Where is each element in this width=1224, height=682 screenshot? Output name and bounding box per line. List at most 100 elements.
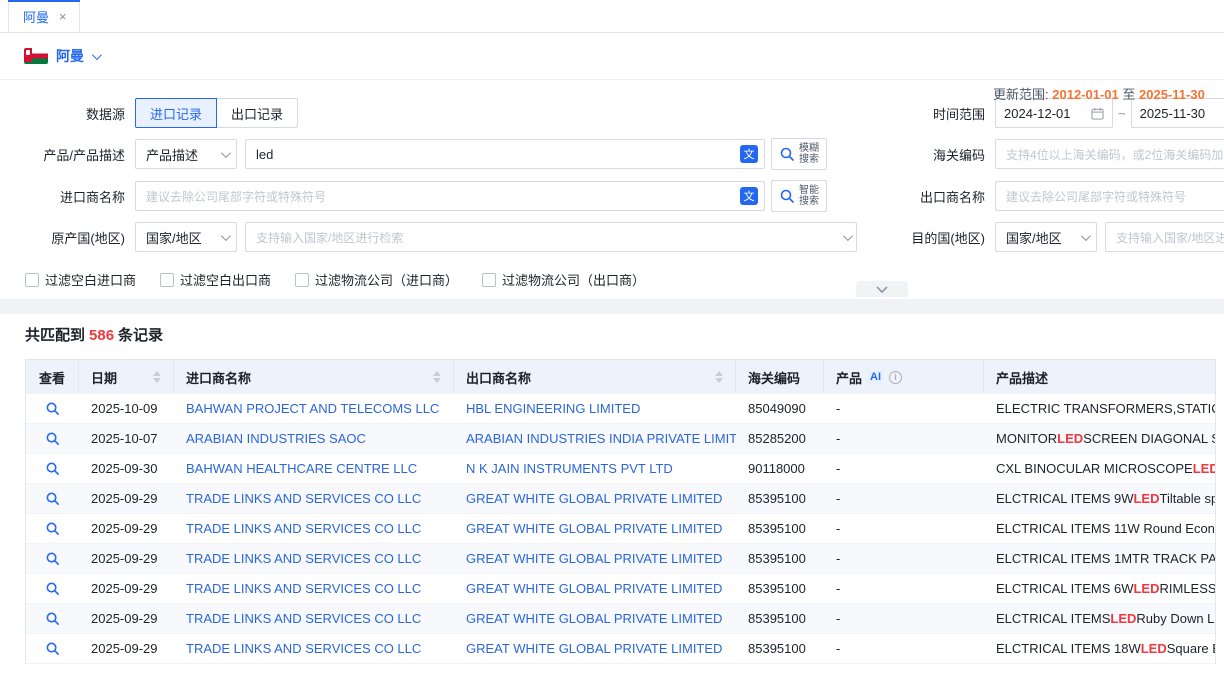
destination-label: 目的国(地区) [907, 228, 995, 247]
col-header-importer[interactable]: 进口商名称 [174, 360, 454, 394]
ai-badge: AI [867, 370, 884, 385]
fuzzy-search-button[interactable]: 模糊 搜索 [771, 138, 827, 170]
info-icon[interactable] [889, 371, 902, 384]
product-type-select[interactable]: 产品描述 [135, 139, 237, 169]
sort-icon[interactable] [153, 371, 161, 383]
importer-name-input[interactable] [146, 189, 734, 204]
chevron-down-icon[interactable] [92, 50, 102, 60]
table-row: 2025-09-29 TRADE LINKS AND SERVICES CO L… [26, 604, 1215, 634]
cell-importer-link[interactable]: TRADE LINKS AND SERVICES CO LLC [174, 484, 454, 513]
view-detail-button[interactable] [45, 521, 60, 536]
col-label: 日期 [91, 368, 117, 387]
collapse-form-button[interactable] [856, 281, 908, 297]
table-row: 2025-09-29 TRADE LINKS AND SERVICES CO L… [26, 484, 1215, 514]
checkbox-icon[interactable] [25, 273, 39, 287]
product-label: 产品/产品描述 [24, 145, 135, 164]
cell-importer-link[interactable]: TRADE LINKS AND SERVICES CO LLC [174, 604, 454, 633]
cell-importer-link[interactable]: ARABIAN INDUSTRIES SAOC [174, 424, 454, 453]
cell-product: - [824, 484, 984, 513]
view-detail-button[interactable] [45, 401, 60, 416]
form-row-product: 产品/产品描述 产品描述 模糊 搜索 海关编码 [24, 138, 1224, 170]
col-label: 进口商名称 [186, 368, 251, 387]
view-detail-button[interactable] [45, 551, 60, 566]
col-header-view: 查看 [26, 360, 79, 394]
chevron-down-icon [221, 148, 231, 158]
view-detail-button[interactable] [45, 641, 60, 656]
tab-import-records[interactable]: 进口记录 [135, 98, 217, 128]
update-range-to: 至 [1122, 87, 1135, 102]
country-name: 阿曼 [56, 46, 84, 66]
cell-exporter-link[interactable]: GREAT WHITE GLOBAL PRIVATE LIMITED [454, 634, 736, 663]
cell-exporter-link[interactable]: N K JAIN INSTRUMENTS PVT LTD [454, 454, 736, 483]
origin-country-input[interactable] [256, 230, 837, 245]
cell-importer-link[interactable]: TRADE LINKS AND SERVICES CO LLC [174, 514, 454, 543]
results-section: 共匹配到586条记录 查看 日期 进口商名称 出口商名称 海关编码 [0, 314, 1224, 664]
cell-product-desc: ELCTRICAL ITEMS 9W LED Tiltable sp... [984, 484, 1215, 513]
view-detail-button[interactable] [45, 581, 60, 596]
view-detail-button[interactable] [45, 491, 60, 506]
section-divider [0, 300, 1224, 314]
chevron-down-icon [1081, 231, 1091, 241]
table-row: 2025-09-30 BAHWAN HEALTHCARE CENTRE LLC … [26, 454, 1215, 484]
checkbox-icon[interactable] [295, 273, 309, 287]
cell-importer-link[interactable]: TRADE LINKS AND SERVICES CO LLC [174, 574, 454, 603]
cell-exporter-link[interactable]: GREAT WHITE GLOBAL PRIVATE LIMITED [454, 514, 736, 543]
results-summary: 共匹配到586条记录 [25, 324, 1224, 345]
cell-exporter-link[interactable]: GREAT WHITE GLOBAL PRIVATE LIMITED [454, 604, 736, 633]
update-range: 更新范围: 2012-01-01 至 2025-11-30 [993, 84, 1205, 103]
search-icon [45, 641, 60, 656]
table-row: 2025-09-29 TRADE LINKS AND SERVICES CO L… [26, 514, 1215, 544]
translate-icon[interactable] [740, 187, 758, 205]
search-icon [45, 431, 60, 446]
col-header-hs-code: 海关编码 [736, 360, 824, 394]
tab-oman[interactable]: 阿曼 [8, 0, 80, 32]
exporter-name-input[interactable] [1006, 189, 1224, 204]
cell-product: - [824, 544, 984, 573]
oman-flag-icon [24, 48, 48, 64]
checkbox-icon[interactable] [160, 273, 174, 287]
destination-input-wrap [1105, 222, 1224, 252]
view-detail-button[interactable] [45, 461, 60, 476]
translate-icon[interactable] [740, 145, 758, 163]
cell-exporter-link[interactable]: GREAT WHITE GLOBAL PRIVATE LIMITED [454, 544, 736, 573]
page: 阿曼 阿曼 更新范围: 2012-01-01 至 2025-11-30 数据源 … [0, 0, 1224, 682]
smart-search-button[interactable]: 智能 搜索 [771, 180, 827, 212]
table-header-row: 查看 日期 进口商名称 出口商名称 海关编码 产品 AI [26, 360, 1215, 394]
cell-importer-link[interactable]: TRADE LINKS AND SERVICES CO LLC [174, 544, 454, 573]
sort-icon[interactable] [433, 371, 441, 383]
view-detail-button[interactable] [45, 431, 60, 446]
destination-region-select[interactable]: 国家/地区 [995, 222, 1097, 252]
cell-product: - [824, 574, 984, 603]
col-header-date[interactable]: 日期 [79, 360, 174, 394]
filter-logistics-exporter[interactable]: 过滤物流公司（出口商） [482, 270, 645, 289]
filter-logistics-importer[interactable]: 过滤物流公司（进口商） [295, 270, 458, 289]
cell-importer-link[interactable]: TRADE LINKS AND SERVICES CO LLC [174, 634, 454, 663]
cell-exporter-link[interactable]: ARABIAN INDUSTRIES INDIA PRIVATE LIMIT..… [454, 424, 736, 453]
tab-label: 阿曼 [23, 7, 49, 26]
importer-label: 进口商名称 [24, 187, 135, 206]
cell-exporter-link[interactable]: GREAT WHITE GLOBAL PRIVATE LIMITED [454, 484, 736, 513]
cell-importer-link[interactable]: BAHWAN PROJECT AND TELECOMS LLC [174, 394, 454, 423]
tab-export-records[interactable]: 出口记录 [216, 98, 298, 128]
origin-region-select[interactable]: 国家/地区 [135, 222, 237, 252]
table-row: 2025-09-29 TRADE LINKS AND SERVICES CO L… [26, 574, 1215, 604]
table-row: 2025-09-29 TRADE LINKS AND SERVICES CO L… [26, 544, 1215, 574]
product-search-input[interactable] [256, 147, 734, 162]
view-detail-button[interactable] [45, 611, 60, 626]
cell-importer-link[interactable]: BAHWAN HEALTHCARE CENTRE LLC [174, 454, 454, 483]
cell-product: - [824, 424, 984, 453]
origin-input-wrap [245, 222, 857, 252]
destination-country-input[interactable] [1116, 230, 1224, 245]
checkbox-icon[interactable] [482, 273, 496, 287]
close-icon[interactable] [59, 10, 67, 23]
filter-blank-importer[interactable]: 过滤空白进口商 [25, 270, 136, 289]
cell-hs-code: 90118000 [736, 454, 824, 483]
filter-blank-exporter[interactable]: 过滤空白出口商 [160, 270, 271, 289]
cell-hs-code: 85395100 [736, 484, 824, 513]
cell-exporter-link[interactable]: HBL ENGINEERING LIMITED [454, 394, 736, 423]
sort-icon[interactable] [715, 371, 723, 383]
col-header-exporter[interactable]: 出口商名称 [454, 360, 736, 394]
cell-exporter-link[interactable]: GREAT WHITE GLOBAL PRIVATE LIMITED [454, 574, 736, 603]
cell-product-desc: ELCTRICAL ITEMS 6W LED RIMLESS ... [984, 574, 1215, 603]
hs-code-input[interactable] [1006, 147, 1224, 162]
